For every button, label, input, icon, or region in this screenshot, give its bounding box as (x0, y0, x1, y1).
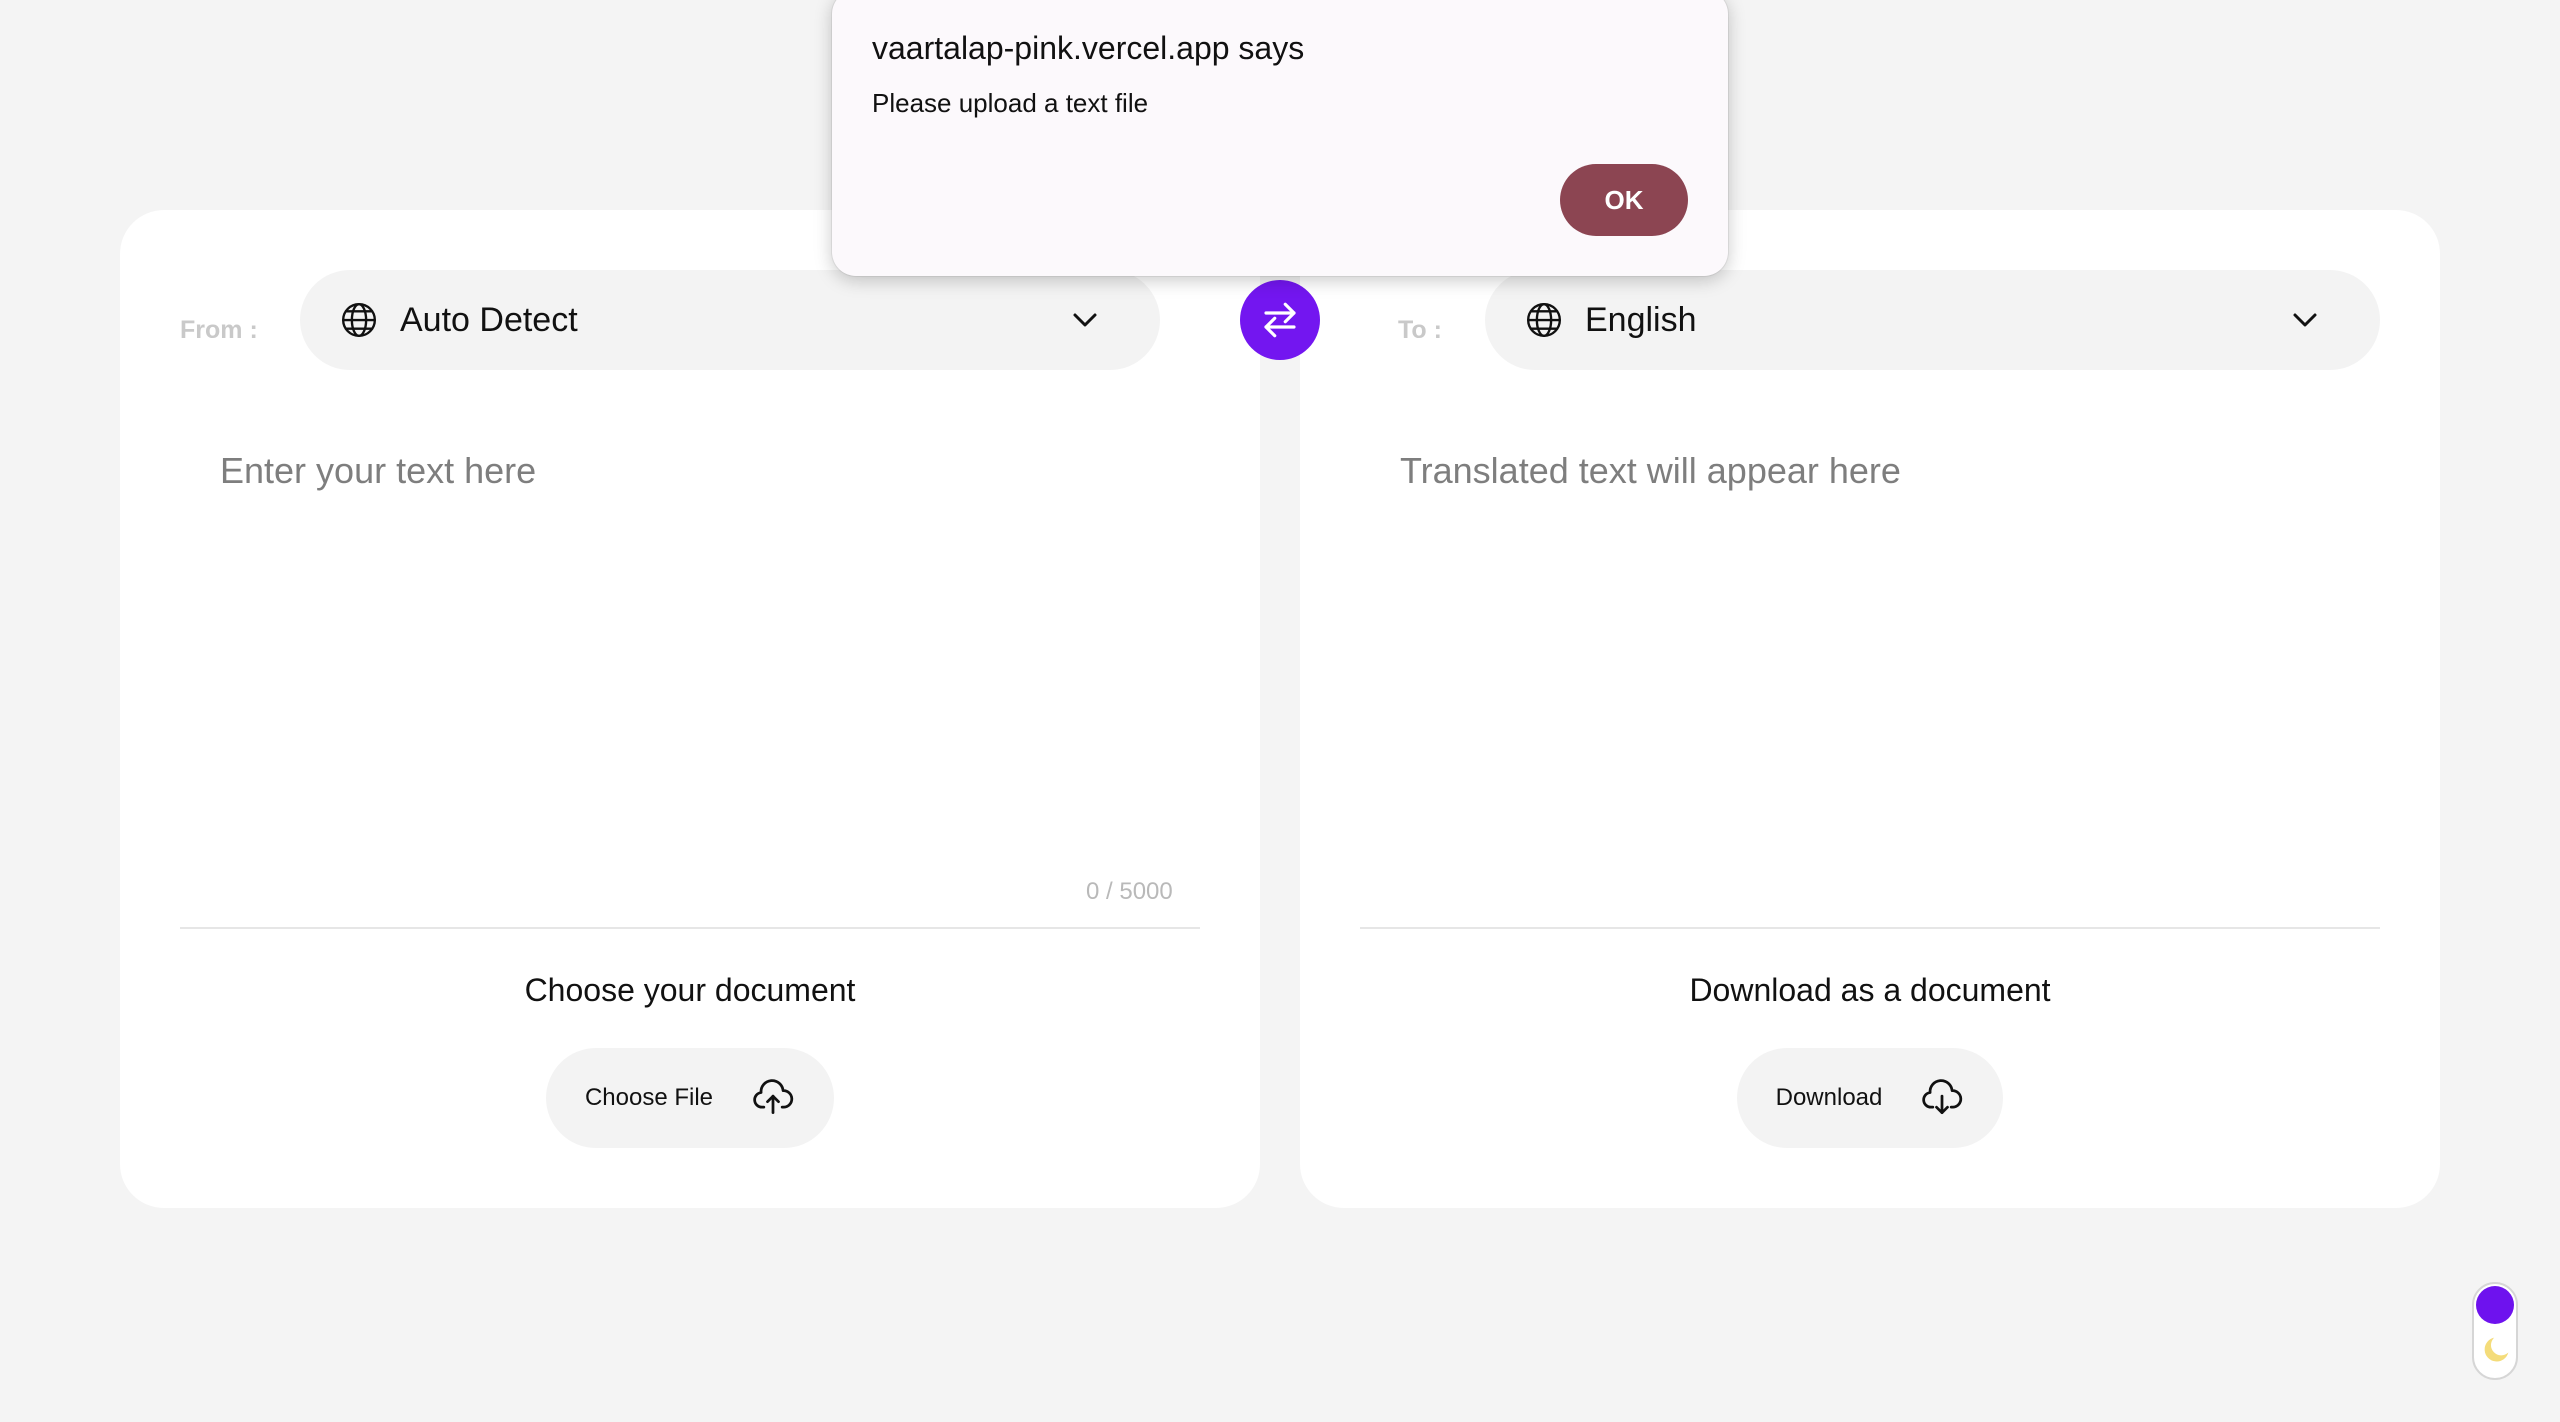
source-text-input[interactable]: Enter your text here (220, 450, 536, 492)
globe-icon (1526, 302, 1562, 338)
swap-languages-button[interactable] (1240, 280, 1320, 360)
dialog-message: Please upload a text file (872, 88, 1149, 118)
swap-arrows-icon (1264, 302, 1296, 338)
alert-dialog: vaartalap-pink.vercel.app says Please up… (832, 0, 1728, 276)
source-divider (180, 927, 1200, 929)
from-label: From : (180, 316, 258, 344)
cloud-download-icon (1922, 1079, 1963, 1115)
choose-file-label: Choose File (584, 1084, 714, 1111)
choose-file-button[interactable]: Choose File (546, 1048, 834, 1148)
chevron-down-icon (1073, 313, 1097, 327)
source-language-label: Auto Detect (400, 300, 578, 339)
download-button[interactable]: Download (1737, 1048, 2003, 1148)
dialog-title: vaartalap-pink.vercel.app says (872, 30, 1305, 66)
source-language-select[interactable]: Auto Detect (300, 270, 1160, 370)
target-divider (1360, 927, 2380, 929)
download-document-title: Download as a document (1689, 972, 2051, 1008)
chevron-down-icon (2293, 313, 2317, 327)
moon-icon (2484, 1337, 2509, 1362)
translated-text-output: Translated text will appear here (1400, 450, 1901, 491)
globe-icon (341, 302, 377, 338)
choose-document-title: Choose your document (524, 972, 856, 1008)
download-label: Download (1775, 1084, 1883, 1111)
cloud-upload-icon (753, 1079, 794, 1115)
target-language-label: English (1585, 300, 1697, 339)
character-counter: 0 / 5000 (1086, 878, 1173, 905)
target-language-select[interactable]: English (1485, 270, 2380, 370)
dialog-ok-button[interactable]: OK (1560, 164, 1688, 236)
to-label: To : (1398, 316, 1442, 344)
theme-toggle[interactable] (2472, 1282, 2518, 1380)
translator-page: From : Auto Detect Enter your text here … (0, 0, 2560, 1422)
toggle-knob (2476, 1286, 2514, 1324)
